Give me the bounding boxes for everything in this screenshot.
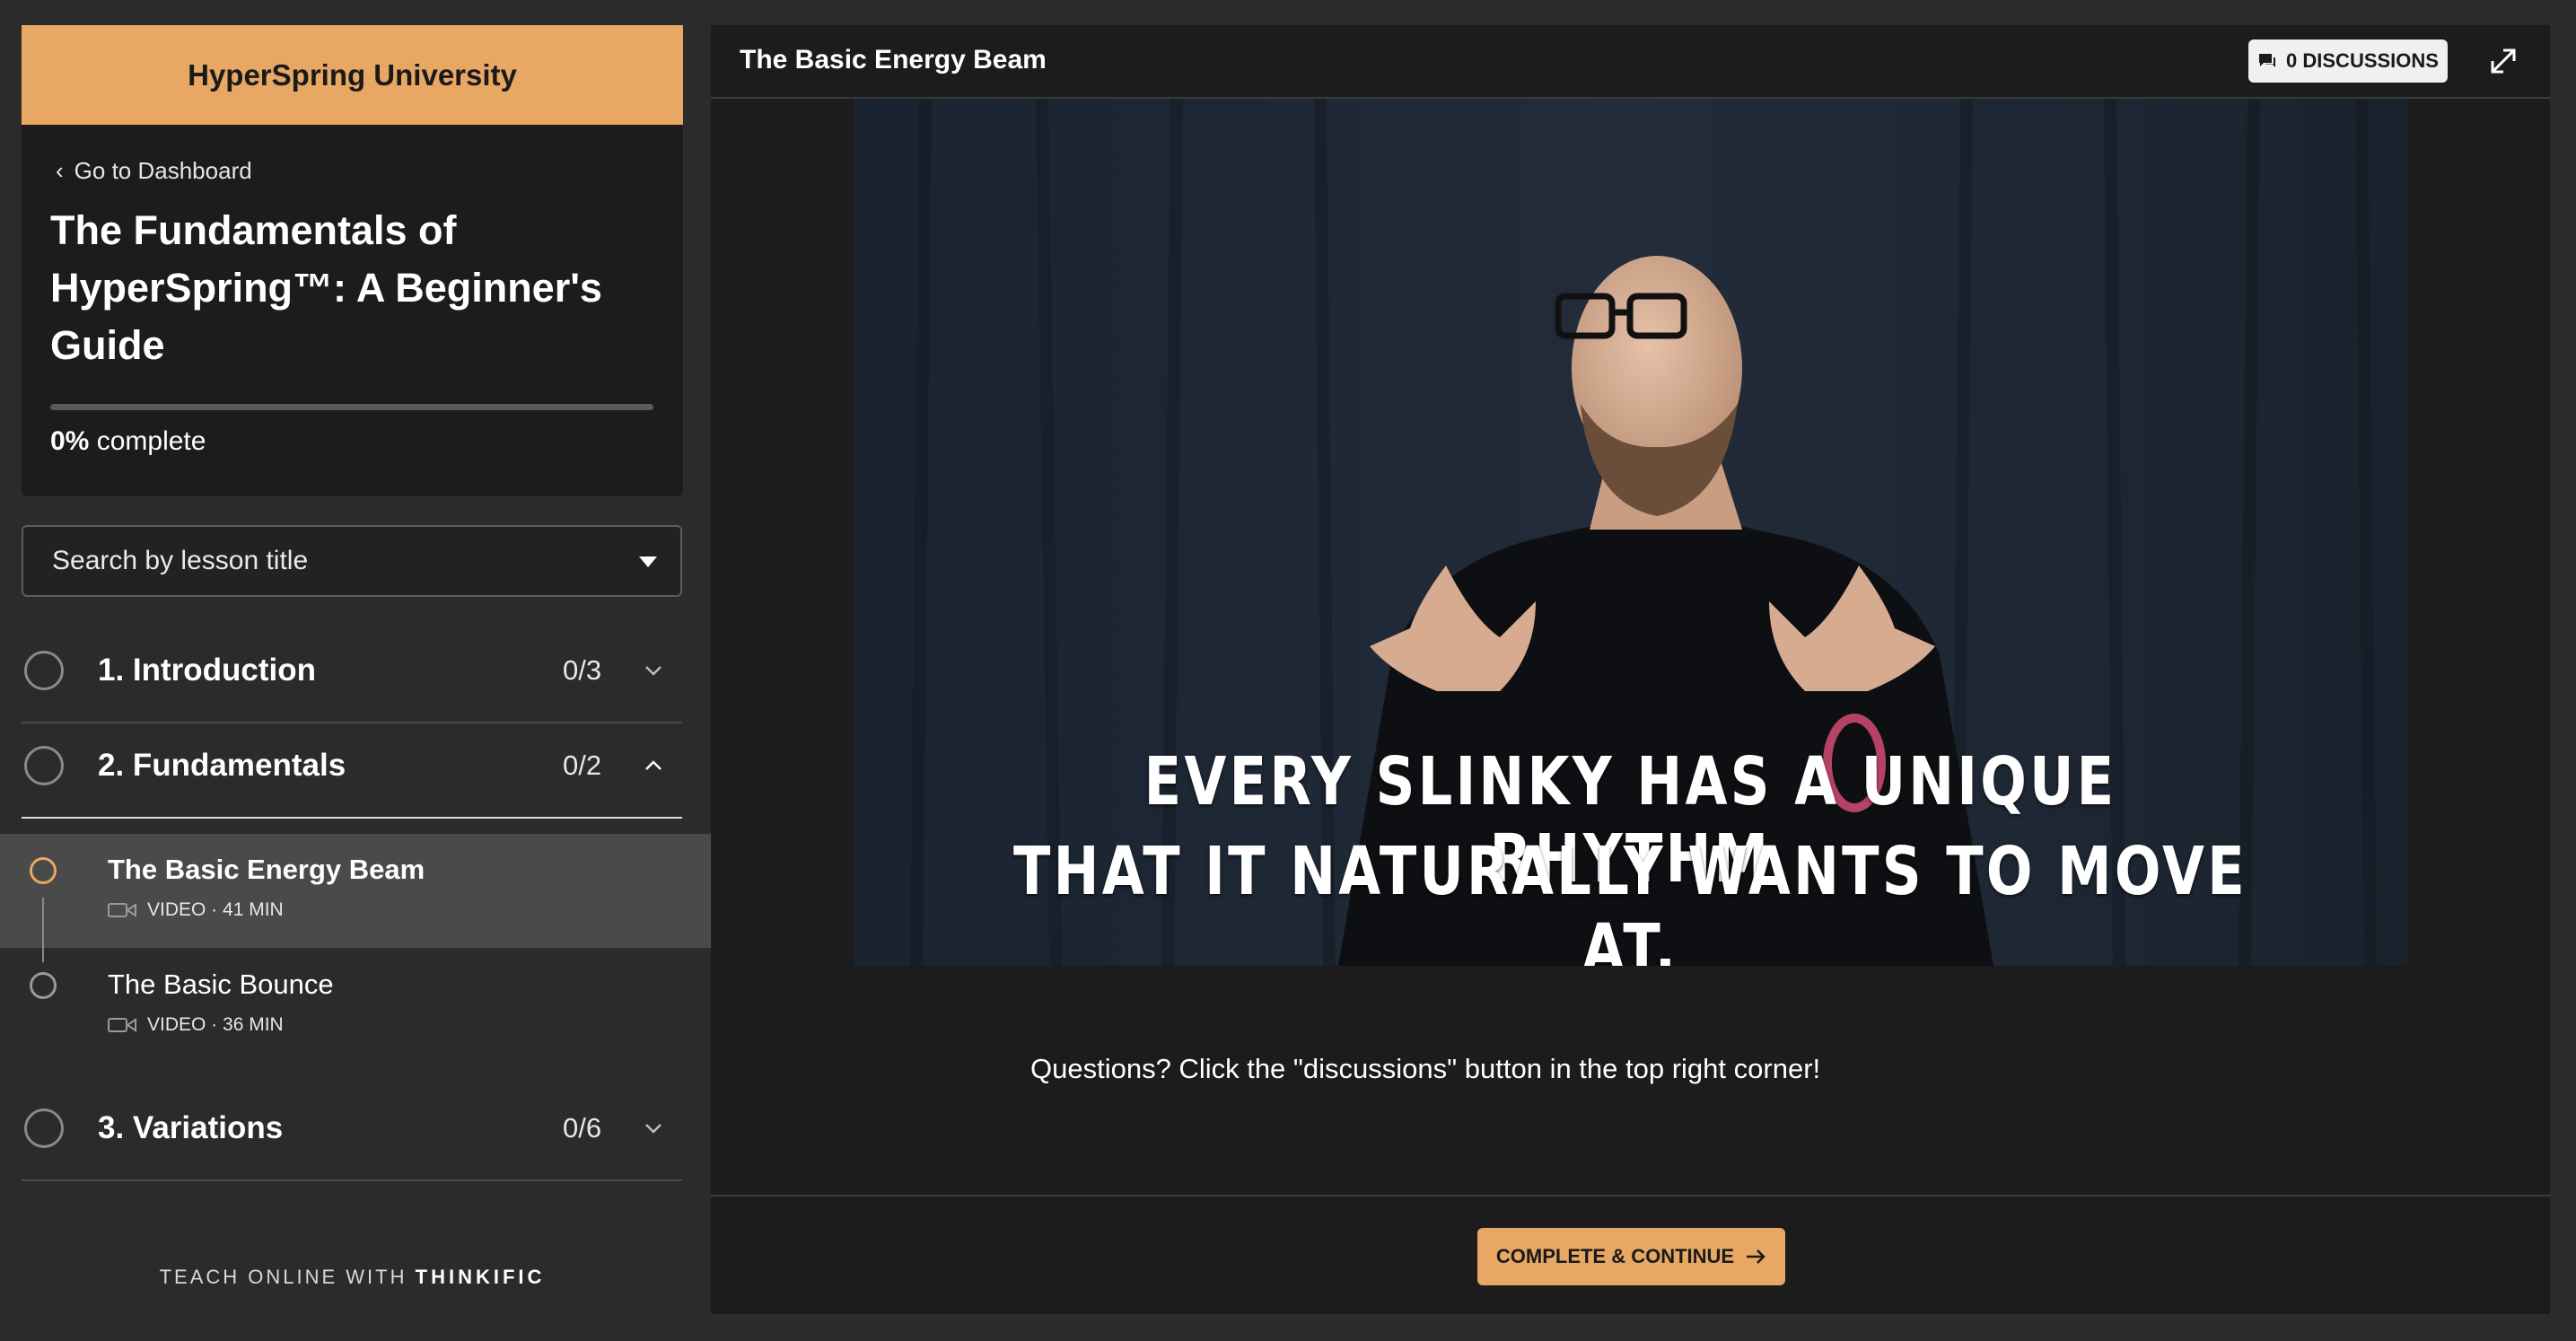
lesson-content: The Basic Energy Beam 0 DISCUSSIONS EVER… xyxy=(711,25,2550,1314)
chat-icon xyxy=(2259,54,2276,67)
arrow-right-icon xyxy=(1747,1249,1766,1264)
expand-icon[interactable] xyxy=(2485,43,2521,79)
footer-brand: THINKIFIC xyxy=(415,1266,546,1288)
caret-down-icon xyxy=(639,557,657,567)
lesson-search-placeholder: Search by lesson title xyxy=(52,546,309,575)
discussions-button[interactable]: 0 DISCUSSIONS xyxy=(2248,39,2448,83)
dashboard-link-label: Go to Dashboard xyxy=(74,157,252,184)
chapter-status-icon xyxy=(24,746,64,785)
lesson-meta: VIDEO · 41 MIN xyxy=(108,899,284,921)
course-sidebar: HyperSpring University ‹ Go to Dashboard… xyxy=(0,0,711,1341)
lesson-title: The Basic Energy Beam xyxy=(108,854,425,885)
complete-continue-label: COMPLETE & CONTINUE xyxy=(1495,1245,1735,1267)
video-player[interactable]: EVERY SLINKY HAS A UNIQUE RHYTHM THAT IT… xyxy=(854,99,2407,966)
course-title: The Fundamentals of HyperSpring™: A Begi… xyxy=(50,207,602,368)
chapter-title: 1. Introduction xyxy=(98,653,317,688)
lesson-item-basic-energy-beam[interactable]: The Basic Energy Beam VIDEO · 41 MIN xyxy=(0,834,711,948)
chapter-title: 2. Fundamentals xyxy=(98,748,346,783)
lesson-meta: VIDEO · 36 MIN xyxy=(108,1014,284,1036)
chapter-status-icon xyxy=(24,1109,64,1148)
discussions-label: 0 DISCUSSIONS xyxy=(2286,49,2439,72)
lesson-status-icon xyxy=(30,972,57,999)
course-progress-bar xyxy=(50,404,653,410)
chapter-variations[interactable]: 3. Variations 0/6 xyxy=(22,1077,682,1181)
lesson-heading: The Basic Energy Beam xyxy=(740,45,1047,74)
lesson-meta-text: VIDEO · 36 MIN xyxy=(147,1014,284,1035)
chevron-left-icon: ‹ xyxy=(56,157,64,184)
lesson-status-icon xyxy=(30,857,57,884)
chapter-count: 0/2 xyxy=(563,749,602,781)
complete-continue-button[interactable]: COMPLETE & CONTINUE xyxy=(1477,1228,1785,1285)
chevron-down-icon xyxy=(645,666,662,676)
school-name[interactable]: HyperSpring University xyxy=(22,25,683,125)
course-card: ‹ Go to Dashboard The Fundamentals of Hy… xyxy=(22,125,683,496)
video-camera-icon xyxy=(108,1018,136,1032)
video-caption-line-2: THAT IT NATURALLY WANTS TO MOVE AT. xyxy=(1012,833,2248,966)
footer-divider xyxy=(711,1195,2550,1196)
progress-suffix: complete xyxy=(96,426,206,456)
chapter-introduction[interactable]: 1. Introduction 0/3 xyxy=(22,619,682,723)
lesson-item-basic-bounce[interactable]: The Basic Bounce VIDEO · 36 MIN xyxy=(0,949,711,1063)
chapter-count: 0/6 xyxy=(563,1112,602,1144)
lesson-note: Questions? Click the "discussions" butto… xyxy=(1030,1053,1821,1084)
chapter-title: 3. Variations xyxy=(98,1110,284,1145)
progress-text: 0% complete xyxy=(50,426,206,457)
chevron-down-icon xyxy=(645,1124,662,1134)
progress-value: 0% xyxy=(50,426,90,456)
chapter-fundamentals[interactable]: 2. Fundamentals 0/2 xyxy=(22,714,682,819)
chevron-up-icon xyxy=(645,760,662,770)
lesson-title: The Basic Bounce xyxy=(108,968,334,1000)
chapter-status-icon xyxy=(24,651,64,690)
chapter-count: 0/3 xyxy=(563,654,602,686)
video-camera-icon xyxy=(108,903,136,917)
footer-prefix: TEACH ONLINE WITH xyxy=(159,1266,407,1288)
lesson-meta-text: VIDEO · 41 MIN xyxy=(147,899,284,920)
lesson-search-select[interactable]: Search by lesson title xyxy=(22,525,682,597)
lesson-header: The Basic Energy Beam 0 DISCUSSIONS xyxy=(711,25,2550,99)
dashboard-link[interactable]: ‹ Go to Dashboard xyxy=(56,157,252,185)
thinkific-footer-link[interactable]: TEACH ONLINE WITH THINKIFIC xyxy=(0,1266,705,1289)
